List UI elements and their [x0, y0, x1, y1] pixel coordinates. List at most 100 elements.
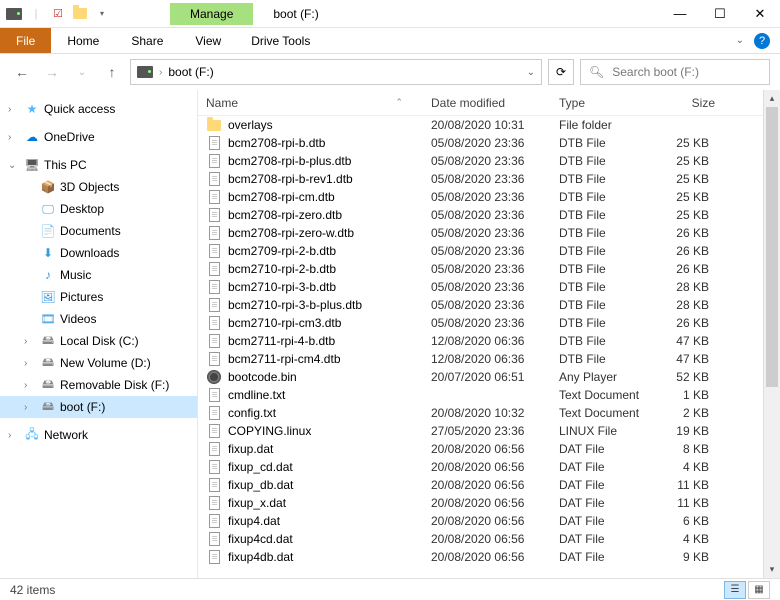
- tree-item[interactable]: › ⬇ Downloads: [0, 242, 197, 264]
- file-row[interactable]: fixup4cd.dat 20/08/2020 06:56 DAT File 4…: [198, 530, 780, 548]
- file-icon: [209, 496, 220, 510]
- file-row[interactable]: bcm2708-rpi-b-rev1.dtb 05/08/2020 23:36 …: [198, 170, 780, 188]
- scrollbar-thumb[interactable]: [766, 107, 778, 387]
- scroll-up-icon[interactable]: ▴: [764, 90, 780, 107]
- properties-icon[interactable]: ☑: [50, 6, 66, 22]
- file-row[interactable]: bcm2710-rpi-3-b-plus.dtb 05/08/2020 23:3…: [198, 296, 780, 314]
- file-list: Name⌃ Date modified Type Size overlays 2…: [198, 90, 780, 578]
- file-row[interactable]: fixup4db.dat 20/08/2020 06:56 DAT File 9…: [198, 548, 780, 566]
- ribbon-expand-icon[interactable]: ⌄: [736, 35, 744, 46]
- file-row[interactable]: overlays 20/08/2020 10:31 File folder: [198, 116, 780, 134]
- tree-item[interactable]: › 🖴 Local Disk (C:): [0, 330, 197, 352]
- tab-view[interactable]: View: [179, 28, 237, 53]
- chevron-right-icon[interactable]: ›: [8, 132, 20, 143]
- file-name: overlays: [228, 118, 273, 132]
- forward-button[interactable]: →: [40, 60, 64, 84]
- vertical-scrollbar[interactable]: ▴ ▾: [763, 90, 780, 578]
- up-button[interactable]: ↑: [100, 60, 124, 84]
- file-icon: [209, 208, 220, 222]
- tree-item[interactable]: › 🖴 New Volume (D:): [0, 352, 197, 374]
- tree-this-pc[interactable]: ⌄ 🖥 This PC: [0, 154, 197, 176]
- chevron-right-icon[interactable]: ›: [24, 336, 36, 347]
- search-placeholder: Search boot (F:): [612, 65, 699, 79]
- file-row[interactable]: bcm2708-rpi-b.dtb 05/08/2020 23:36 DTB F…: [198, 134, 780, 152]
- icons-view-button[interactable]: ▦: [748, 581, 770, 599]
- maximize-button[interactable]: ☐: [700, 0, 740, 28]
- refresh-button[interactable]: ⟳: [548, 59, 574, 85]
- folder-ql-icon[interactable]: [72, 6, 88, 22]
- tree-label: Removable Disk (F:): [60, 378, 169, 392]
- minimize-button[interactable]: —: [660, 0, 700, 28]
- column-type[interactable]: Type: [551, 96, 655, 110]
- address-dropdown-icon[interactable]: ⌄: [527, 67, 535, 78]
- tree-item[interactable]: › 🎞 Videos: [0, 308, 197, 330]
- chevron-right-icon[interactable]: ›: [24, 402, 36, 413]
- item-count: 42 items: [10, 583, 55, 597]
- file-row[interactable]: bcm2711-rpi-4-b.dtb 12/08/2020 06:36 DTB…: [198, 332, 780, 350]
- tree-item[interactable]: › 📦 3D Objects: [0, 176, 197, 198]
- window-title: boot (F:): [273, 7, 318, 21]
- file-row[interactable]: bcm2709-rpi-2-b.dtb 05/08/2020 23:36 DTB…: [198, 242, 780, 260]
- file-date: 05/08/2020 23:36: [423, 298, 551, 312]
- file-icon: [209, 550, 220, 564]
- manage-tab[interactable]: Manage: [170, 3, 253, 25]
- file-row[interactable]: fixup_cd.dat 20/08/2020 06:56 DAT File 4…: [198, 458, 780, 476]
- file-row[interactable]: bcm2708-rpi-cm.dtb 05/08/2020 23:36 DTB …: [198, 188, 780, 206]
- file-row[interactable]: fixup_x.dat 20/08/2020 06:56 DAT File 11…: [198, 494, 780, 512]
- file-name: fixup.dat: [228, 442, 273, 456]
- details-view-button[interactable]: ☰: [724, 581, 746, 599]
- tree-network[interactable]: › 🖧 Network: [0, 424, 197, 446]
- chevron-right-icon[interactable]: ›: [8, 430, 20, 441]
- file-row[interactable]: bcm2708-rpi-b-plus.dtb 05/08/2020 23:36 …: [198, 152, 780, 170]
- file-type: DAT File: [551, 514, 655, 528]
- search-box[interactable]: 🔍︎ Search boot (F:): [580, 59, 770, 85]
- file-row[interactable]: cmdline.txt Text Document 1 KB: [198, 386, 780, 404]
- file-name: fixup_db.dat: [228, 478, 293, 492]
- tree-item[interactable]: › ♪ Music: [0, 264, 197, 286]
- recent-dropdown[interactable]: ⌄: [70, 60, 94, 84]
- back-button[interactable]: ←: [10, 60, 34, 84]
- file-row[interactable]: fixup4.dat 20/08/2020 06:56 DAT File 6 K…: [198, 512, 780, 530]
- file-row[interactable]: bcm2710-rpi-2-b.dtb 05/08/2020 23:36 DTB…: [198, 260, 780, 278]
- address-bar[interactable]: › boot (F:) ⌄: [130, 59, 542, 85]
- chevron-right-icon[interactable]: ›: [24, 358, 36, 369]
- file-size: 25 KB: [655, 172, 725, 186]
- file-row[interactable]: bcm2708-rpi-zero-w.dtb 05/08/2020 23:36 …: [198, 224, 780, 242]
- file-row[interactable]: bootcode.bin 20/07/2020 06:51 Any Player…: [198, 368, 780, 386]
- chevron-down-icon[interactable]: ⌄: [8, 160, 20, 171]
- file-row[interactable]: bcm2710-rpi-3-b.dtb 05/08/2020 23:36 DTB…: [198, 278, 780, 296]
- column-size[interactable]: Size: [655, 96, 725, 110]
- file-icon: [209, 532, 220, 546]
- file-row[interactable]: config.txt 20/08/2020 10:32 Text Documen…: [198, 404, 780, 422]
- tab-drive-tools[interactable]: Drive Tools: [237, 28, 324, 53]
- column-name[interactable]: Name⌃: [198, 96, 423, 110]
- help-icon[interactable]: ?: [754, 33, 770, 49]
- file-row[interactable]: fixup_db.dat 20/08/2020 06:56 DAT File 1…: [198, 476, 780, 494]
- scroll-down-icon[interactable]: ▾: [764, 561, 780, 578]
- chevron-right-icon[interactable]: ›: [24, 380, 36, 391]
- file-row[interactable]: bcm2708-rpi-zero.dtb 05/08/2020 23:36 DT…: [198, 206, 780, 224]
- file-name: fixup4.dat: [228, 514, 280, 528]
- file-type: DAT File: [551, 496, 655, 510]
- tree-item[interactable]: › 🖴 boot (F:): [0, 396, 197, 418]
- file-row[interactable]: fixup.dat 20/08/2020 06:56 DAT File 8 KB: [198, 440, 780, 458]
- tree-item[interactable]: › 🖴 Removable Disk (F:): [0, 374, 197, 396]
- file-row[interactable]: COPYING.linux 27/05/2020 23:36 LINUX Fil…: [198, 422, 780, 440]
- close-button[interactable]: ✕: [740, 0, 780, 28]
- tree-quick-access[interactable]: › ★ Quick access: [0, 98, 197, 120]
- tab-share[interactable]: Share: [115, 28, 179, 53]
- chevron-right-icon[interactable]: ›: [8, 104, 20, 115]
- qat-dropdown-icon[interactable]: ▾: [94, 6, 110, 22]
- file-row[interactable]: bcm2711-rpi-cm4.dtb 12/08/2020 06:36 DTB…: [198, 350, 780, 368]
- tree-item[interactable]: › 🖼 Pictures: [0, 286, 197, 308]
- tab-home[interactable]: Home: [51, 28, 115, 53]
- tree-onedrive[interactable]: › ☁ OneDrive: [0, 126, 197, 148]
- file-row[interactable]: bcm2710-rpi-cm3.dtb 05/08/2020 23:36 DTB…: [198, 314, 780, 332]
- tab-file[interactable]: File: [0, 28, 51, 53]
- column-date[interactable]: Date modified: [423, 96, 551, 110]
- file-name: bcm2708-rpi-b.dtb: [228, 136, 325, 150]
- drive-icon: [6, 6, 22, 22]
- tree-item[interactable]: › 🖵 Desktop: [0, 198, 197, 220]
- navigation-pane[interactable]: › ★ Quick access › ☁ OneDrive ⌄ 🖥 This P…: [0, 90, 198, 578]
- tree-item[interactable]: › 📄 Documents: [0, 220, 197, 242]
